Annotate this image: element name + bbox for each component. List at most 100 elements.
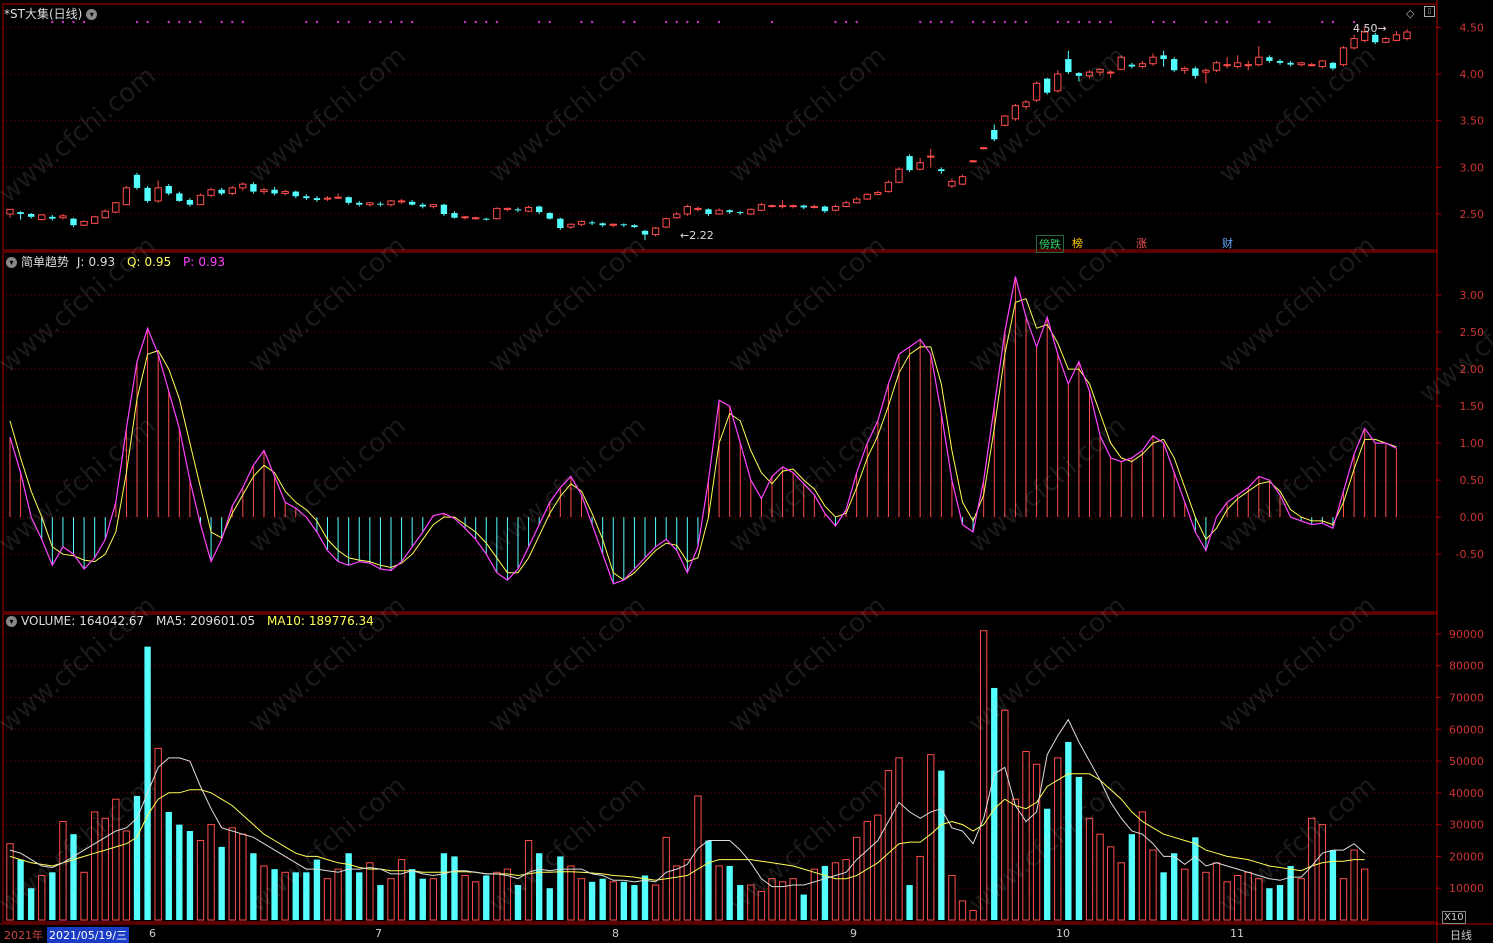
signal-dot (940, 20, 943, 24)
candle (842, 202, 850, 208)
signal-dot (664, 20, 668, 24)
candle (535, 206, 543, 213)
candle (323, 197, 332, 200)
candle (768, 205, 776, 208)
volume-bar (440, 853, 448, 920)
candle (1085, 71, 1094, 77)
ma5-value: MA5: 209601.05 (156, 614, 256, 628)
candle (567, 223, 575, 228)
signal-dot (1215, 20, 1218, 24)
volume-bar (694, 795, 702, 921)
candle (440, 204, 448, 214)
event-tag[interactable]: 榜 (1070, 235, 1085, 251)
volume-bar (196, 840, 205, 921)
volume-bar (1022, 751, 1030, 921)
price-tick-label: 4.50 (1460, 21, 1485, 34)
volume-bar (387, 878, 395, 921)
candle (1350, 38, 1358, 49)
candle (609, 223, 617, 226)
candle (789, 205, 797, 208)
volume-bar (884, 770, 893, 921)
candle (778, 205, 787, 208)
event-tag[interactable]: 傍跌 (1036, 235, 1064, 253)
volume-bar (144, 646, 151, 920)
signal-dot (347, 20, 350, 24)
signal-dot (336, 20, 340, 24)
candle (757, 204, 766, 211)
volume-bar (1297, 878, 1305, 921)
candle (577, 220, 586, 225)
signal-dot (590, 20, 594, 24)
collapse-icon[interactable]: ▾ (6, 257, 17, 268)
volume-bar (207, 824, 215, 921)
indicator-tick-label: 2.50 (1460, 326, 1485, 339)
signal-dot (379, 20, 382, 24)
indicator-panel-title: ▾ 简单趋势 J: 0.93 Q: 0.95 P: 0.93 (6, 253, 233, 270)
volume-bar (90, 811, 99, 921)
candle (1212, 62, 1221, 71)
signal-dot (633, 20, 636, 24)
candle (1403, 31, 1411, 40)
diamond-icon[interactable]: ◇ (1406, 7, 1414, 20)
volume-bar (1138, 811, 1147, 921)
signal-dot (1077, 20, 1081, 24)
candle (1117, 56, 1125, 70)
candle (715, 209, 723, 215)
signal-dot (1268, 20, 1271, 24)
candle (419, 204, 426, 207)
volume-tick-label: 40000 (1449, 787, 1484, 800)
volume-bar (303, 872, 310, 920)
candle (916, 162, 924, 170)
q-line (9, 298, 1397, 581)
candle (599, 223, 606, 226)
signal-dot (537, 20, 541, 24)
candle (979, 147, 988, 150)
candle (397, 200, 406, 203)
volume-bar (503, 868, 512, 921)
volume-bar (1360, 868, 1369, 921)
signal-dot (220, 20, 223, 24)
stock-chart-canvas[interactable]: 2.50 3.00 3.50 4.00 4.50 -0.50 0.00 0.50 1.00 1.5… (0, 0, 1493, 943)
volume-bar (1065, 741, 1072, 920)
volume-bar (842, 859, 850, 921)
price-tick-label: 3.00 (1460, 161, 1485, 174)
volume-bar (356, 872, 363, 920)
volume-bar (334, 868, 342, 921)
volume-bar (1244, 871, 1252, 921)
selected-date[interactable]: 2021/05/19/三 (47, 927, 130, 943)
indicator-tick-label: 2.00 (1460, 363, 1485, 376)
volume-bar (1350, 849, 1358, 921)
volume-series (6, 630, 1369, 921)
month-label: 6 (149, 927, 156, 940)
window-restore-icon[interactable]: ▯ (1424, 6, 1435, 17)
signal-dot (1088, 20, 1091, 24)
event-tag[interactable]: 财 (1220, 235, 1235, 251)
period-label[interactable]: 日线 (1450, 927, 1472, 943)
candle (651, 227, 660, 236)
month-label: 8 (612, 927, 619, 940)
candle (1106, 71, 1115, 74)
candle (176, 193, 183, 201)
candle (1075, 73, 1083, 76)
candle (737, 212, 744, 214)
signal-dot (135, 20, 139, 24)
candle (250, 184, 257, 192)
signal-dot (717, 20, 721, 24)
volume-bar (1170, 853, 1178, 920)
candle (27, 214, 35, 217)
zoom-level[interactable]: X10 (1442, 911, 1466, 924)
collapse-icon[interactable]: ▾ (86, 9, 98, 20)
candle (1287, 62, 1294, 65)
event-tag[interactable]: 涨 (1134, 235, 1149, 251)
low-price-label: ←2.22 (680, 229, 714, 242)
volume-bar (546, 888, 553, 920)
volume-bar (112, 798, 120, 921)
signal-dot (1225, 20, 1229, 24)
volume-tick-label: 60000 (1449, 723, 1484, 736)
volume-bar (80, 871, 88, 921)
volume-bar (1276, 885, 1284, 920)
volume-bar (49, 872, 56, 920)
volume-bar (821, 865, 829, 920)
volume-bar (938, 770, 945, 920)
collapse-icon[interactable]: ▾ (6, 616, 17, 627)
